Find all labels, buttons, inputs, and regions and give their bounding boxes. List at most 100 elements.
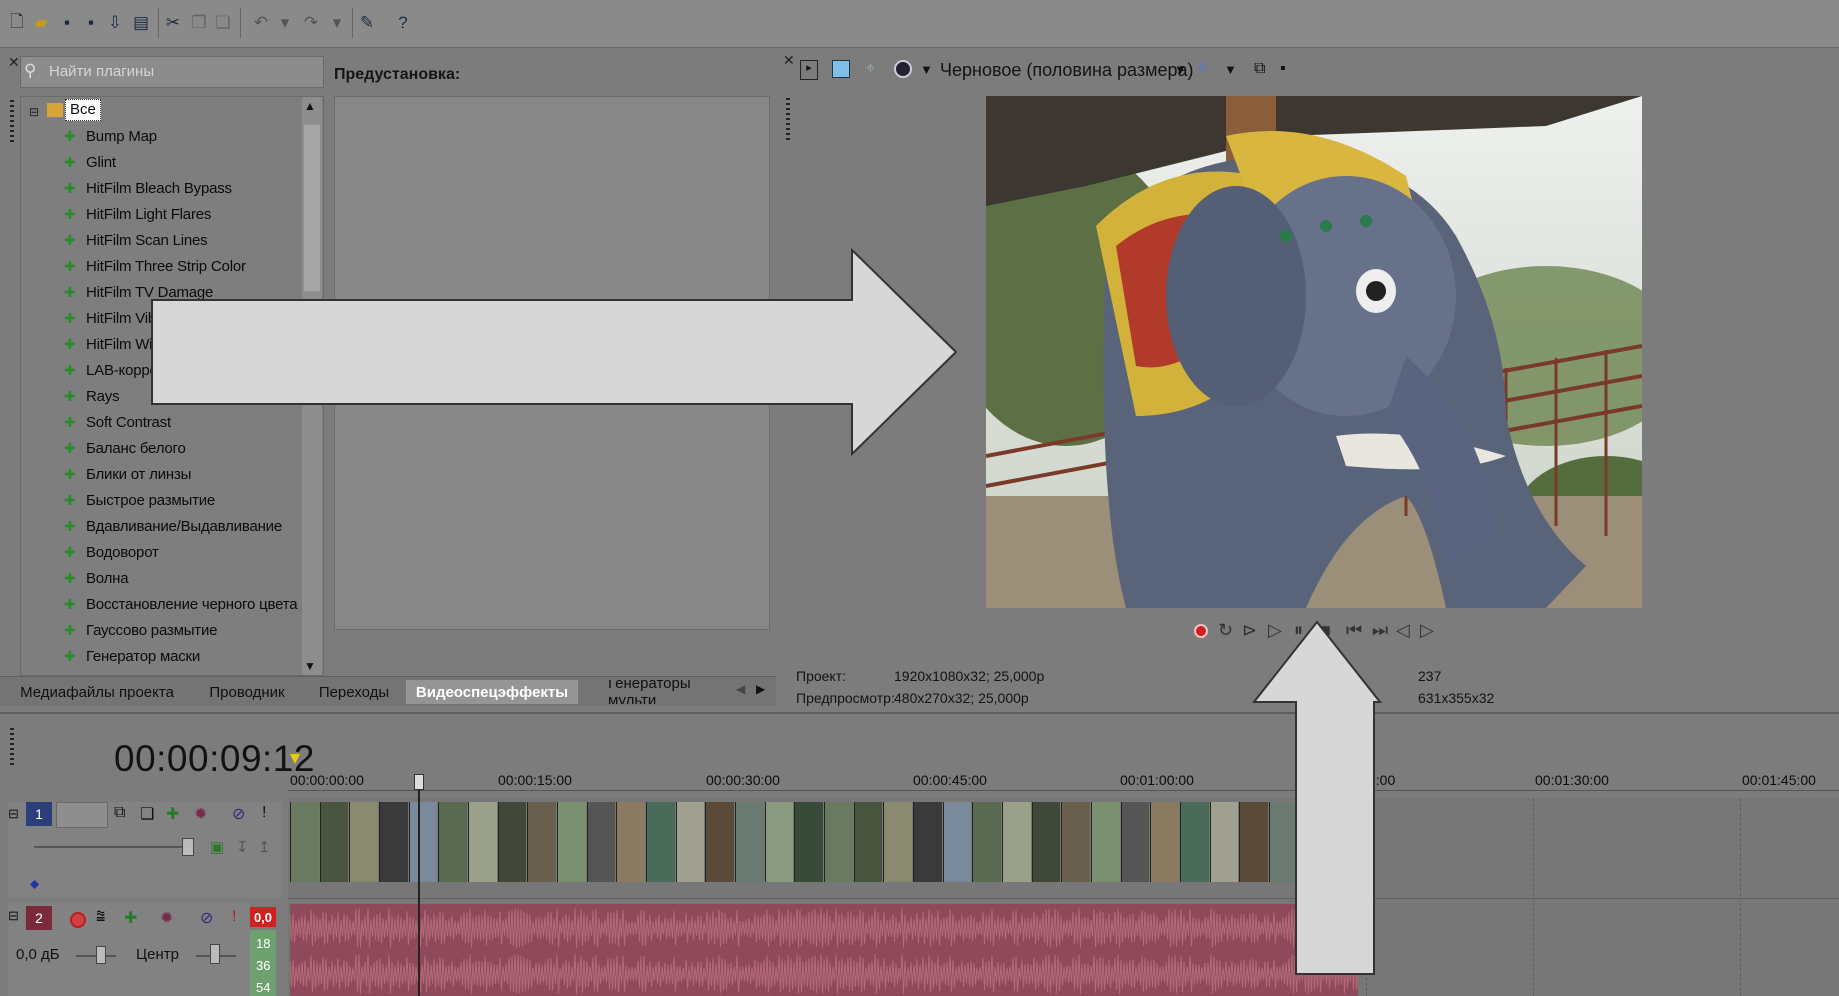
video-event-thumbnail[interactable] (408, 802, 438, 882)
plugin-item[interactable]: ✚ HitFilm Vibr (64, 306, 161, 330)
video-event-thumbnail[interactable] (616, 802, 645, 882)
solo-track-icon[interactable]: ! (262, 804, 266, 822)
grid-icon[interactable]: # (1198, 60, 1207, 78)
undo-dropdown-icon[interactable]: ▾ (274, 10, 296, 36)
audio-gear-icon[interactable]: ✹ (160, 908, 173, 928)
video-event-thumbnail[interactable] (1120, 802, 1150, 882)
loop-icon[interactable]: ↻ (1218, 620, 1233, 641)
video-event-thumbnail[interactable] (1061, 802, 1090, 882)
external-monitor-icon[interactable] (832, 60, 850, 78)
plugin-item[interactable]: ✚ Водоворот (64, 540, 159, 564)
video-event-thumbnail[interactable] (586, 802, 616, 882)
compositing-icon[interactable]: ❏ (140, 804, 154, 824)
plugin-item[interactable]: ✚ Волна (64, 566, 129, 590)
audio-track-number[interactable]: 2 (26, 906, 52, 930)
overlay-dropdown-icon[interactable]: ▼ (920, 62, 933, 77)
video-event-thumbnail[interactable] (349, 802, 378, 882)
video-event-thumbnail[interactable] (646, 802, 675, 882)
video-event-thumbnail[interactable] (1180, 802, 1209, 882)
automation-icon[interactable]: ⬥ (30, 876, 39, 892)
expand-keyframes-icon[interactable]: ▣ (210, 838, 224, 856)
plugin-item[interactable]: ✚ HitFilm Bleach Bypass (64, 176, 232, 200)
scroll-down-icon[interactable]: ▼ (304, 659, 316, 673)
video-event-thumbnail[interactable] (824, 802, 853, 882)
video-event-thumbnail[interactable] (497, 802, 527, 882)
video-event-thumbnail[interactable] (1150, 802, 1179, 882)
tab-video-fx[interactable]: Видеоспецэффекты (406, 680, 578, 704)
video-event-thumbnail[interactable] (735, 802, 764, 882)
cut-icon[interactable]: ✂ (162, 10, 184, 36)
video-event-thumbnail[interactable] (290, 802, 319, 882)
plugin-item[interactable]: ✚ Блики от линзы (64, 462, 191, 486)
track-gear-icon[interactable]: ✹ (194, 804, 207, 824)
video-event-thumbnail[interactable] (972, 802, 1001, 882)
tab-explorer[interactable]: Проводник (192, 680, 302, 704)
plugin-item[interactable]: ✚ HitFilm Witr (64, 332, 161, 356)
tab-media-generators[interactable]: Генераторы мульти (584, 680, 732, 704)
collapse-audio-track-icon[interactable]: ⊟ (8, 908, 19, 924)
save-snapshot-icon[interactable]: ▪ (1280, 60, 1286, 78)
track-name-field[interactable] (56, 802, 108, 828)
render-icon[interactable]: ⇩ (104, 10, 126, 36)
video-event-thumbnail[interactable] (319, 802, 349, 882)
plugin-item[interactable]: ✚ Bump Map (64, 124, 157, 148)
video-event-thumbnail[interactable] (1209, 802, 1239, 882)
copy-icon[interactable]: ❐ (188, 10, 210, 36)
video-track-number[interactable]: 1 (26, 802, 52, 826)
dock-handle[interactable] (10, 100, 14, 144)
preview-quality-select[interactable]: Черновое (половина размера) (940, 60, 1193, 81)
video-event-thumbnail[interactable] (913, 802, 942, 882)
plugin-search-input[interactable]: Найти плагины (20, 56, 324, 88)
close-preview-icon[interactable]: ✕ (783, 52, 795, 69)
copy-snapshot-icon[interactable]: ⧉ (1254, 60, 1265, 78)
video-event-thumbnail[interactable] (705, 802, 734, 882)
split-screen-icon[interactable]: ⌖ (866, 60, 875, 78)
preview-properties-icon[interactable]: ▸ (800, 60, 818, 80)
next-frame-icon[interactable]: ▷ (1420, 620, 1434, 641)
solo-audio-icon[interactable]: ! (232, 908, 236, 926)
redo-icon[interactable]: ↷ (300, 10, 322, 36)
prev-frame-icon[interactable]: ◁ (1396, 620, 1410, 641)
video-event-thumbnail[interactable] (794, 802, 823, 882)
video-event-thumbnail[interactable] (942, 802, 972, 882)
opacity-slider-thumb[interactable] (182, 838, 194, 856)
video-event-thumbnail[interactable] (853, 802, 883, 882)
tab-transitions[interactable]: Переходы (306, 680, 402, 704)
video-event-thumbnail[interactable] (527, 802, 556, 882)
redo-dropdown-icon[interactable]: ▾ (326, 10, 348, 36)
preview-dock-handle[interactable] (786, 98, 790, 140)
video-event-thumbnail[interactable] (379, 802, 408, 882)
tree-root-all[interactable]: Все (65, 99, 101, 121)
plugin-item[interactable]: ✚ Гауссово размытие (64, 618, 217, 642)
volume-slider-thumb[interactable] (96, 946, 106, 964)
video-event-thumbnail[interactable] (675, 802, 705, 882)
save-as-icon[interactable]: ▪ (80, 10, 102, 36)
video-event-thumbnail[interactable] (557, 802, 586, 882)
audio-event-waveform[interactable] (290, 904, 1358, 996)
grid-dropdown-icon[interactable]: ▼ (1224, 62, 1237, 77)
overlays-icon[interactable] (894, 60, 912, 78)
plugin-item[interactable]: ✚ Glint (64, 150, 116, 174)
video-event-thumbnail[interactable] (764, 802, 794, 882)
track-fx-icon[interactable]: ✚ (166, 804, 179, 824)
invert-phase-icon[interactable]: ⩰ (96, 908, 105, 926)
mute-track-icon[interactable]: ⊘ (232, 804, 245, 824)
video-event-thumbnail[interactable] (438, 802, 467, 882)
video-event-thumbnail[interactable] (1091, 802, 1120, 882)
undo-icon[interactable]: ↶ (250, 10, 272, 36)
video-event-thumbnail[interactable] (1002, 802, 1031, 882)
plugin-item[interactable]: ✚ LAB-корре (64, 358, 158, 382)
quality-dropdown-icon[interactable]: ▼ (1174, 62, 1187, 77)
save-icon[interactable]: ▪ (56, 10, 78, 36)
track-motion-icon[interactable]: ⧉ (114, 804, 125, 822)
collapse-icon[interactable]: ⊟ (29, 105, 39, 119)
playhead-handle[interactable] (414, 774, 424, 790)
arm-record-icon[interactable] (70, 912, 86, 928)
properties-icon[interactable]: ▤ (130, 10, 152, 36)
enable-snapping-icon[interactable]: ✎ (356, 10, 378, 36)
record-icon[interactable] (1194, 624, 1208, 638)
tab-scroll-left-icon[interactable]: ◀ (736, 682, 745, 696)
timeline-dock-handle[interactable] (10, 728, 14, 768)
plugin-item[interactable]: ✚ Быстрое размытие (64, 488, 215, 512)
video-event-thumbnail[interactable] (883, 802, 912, 882)
